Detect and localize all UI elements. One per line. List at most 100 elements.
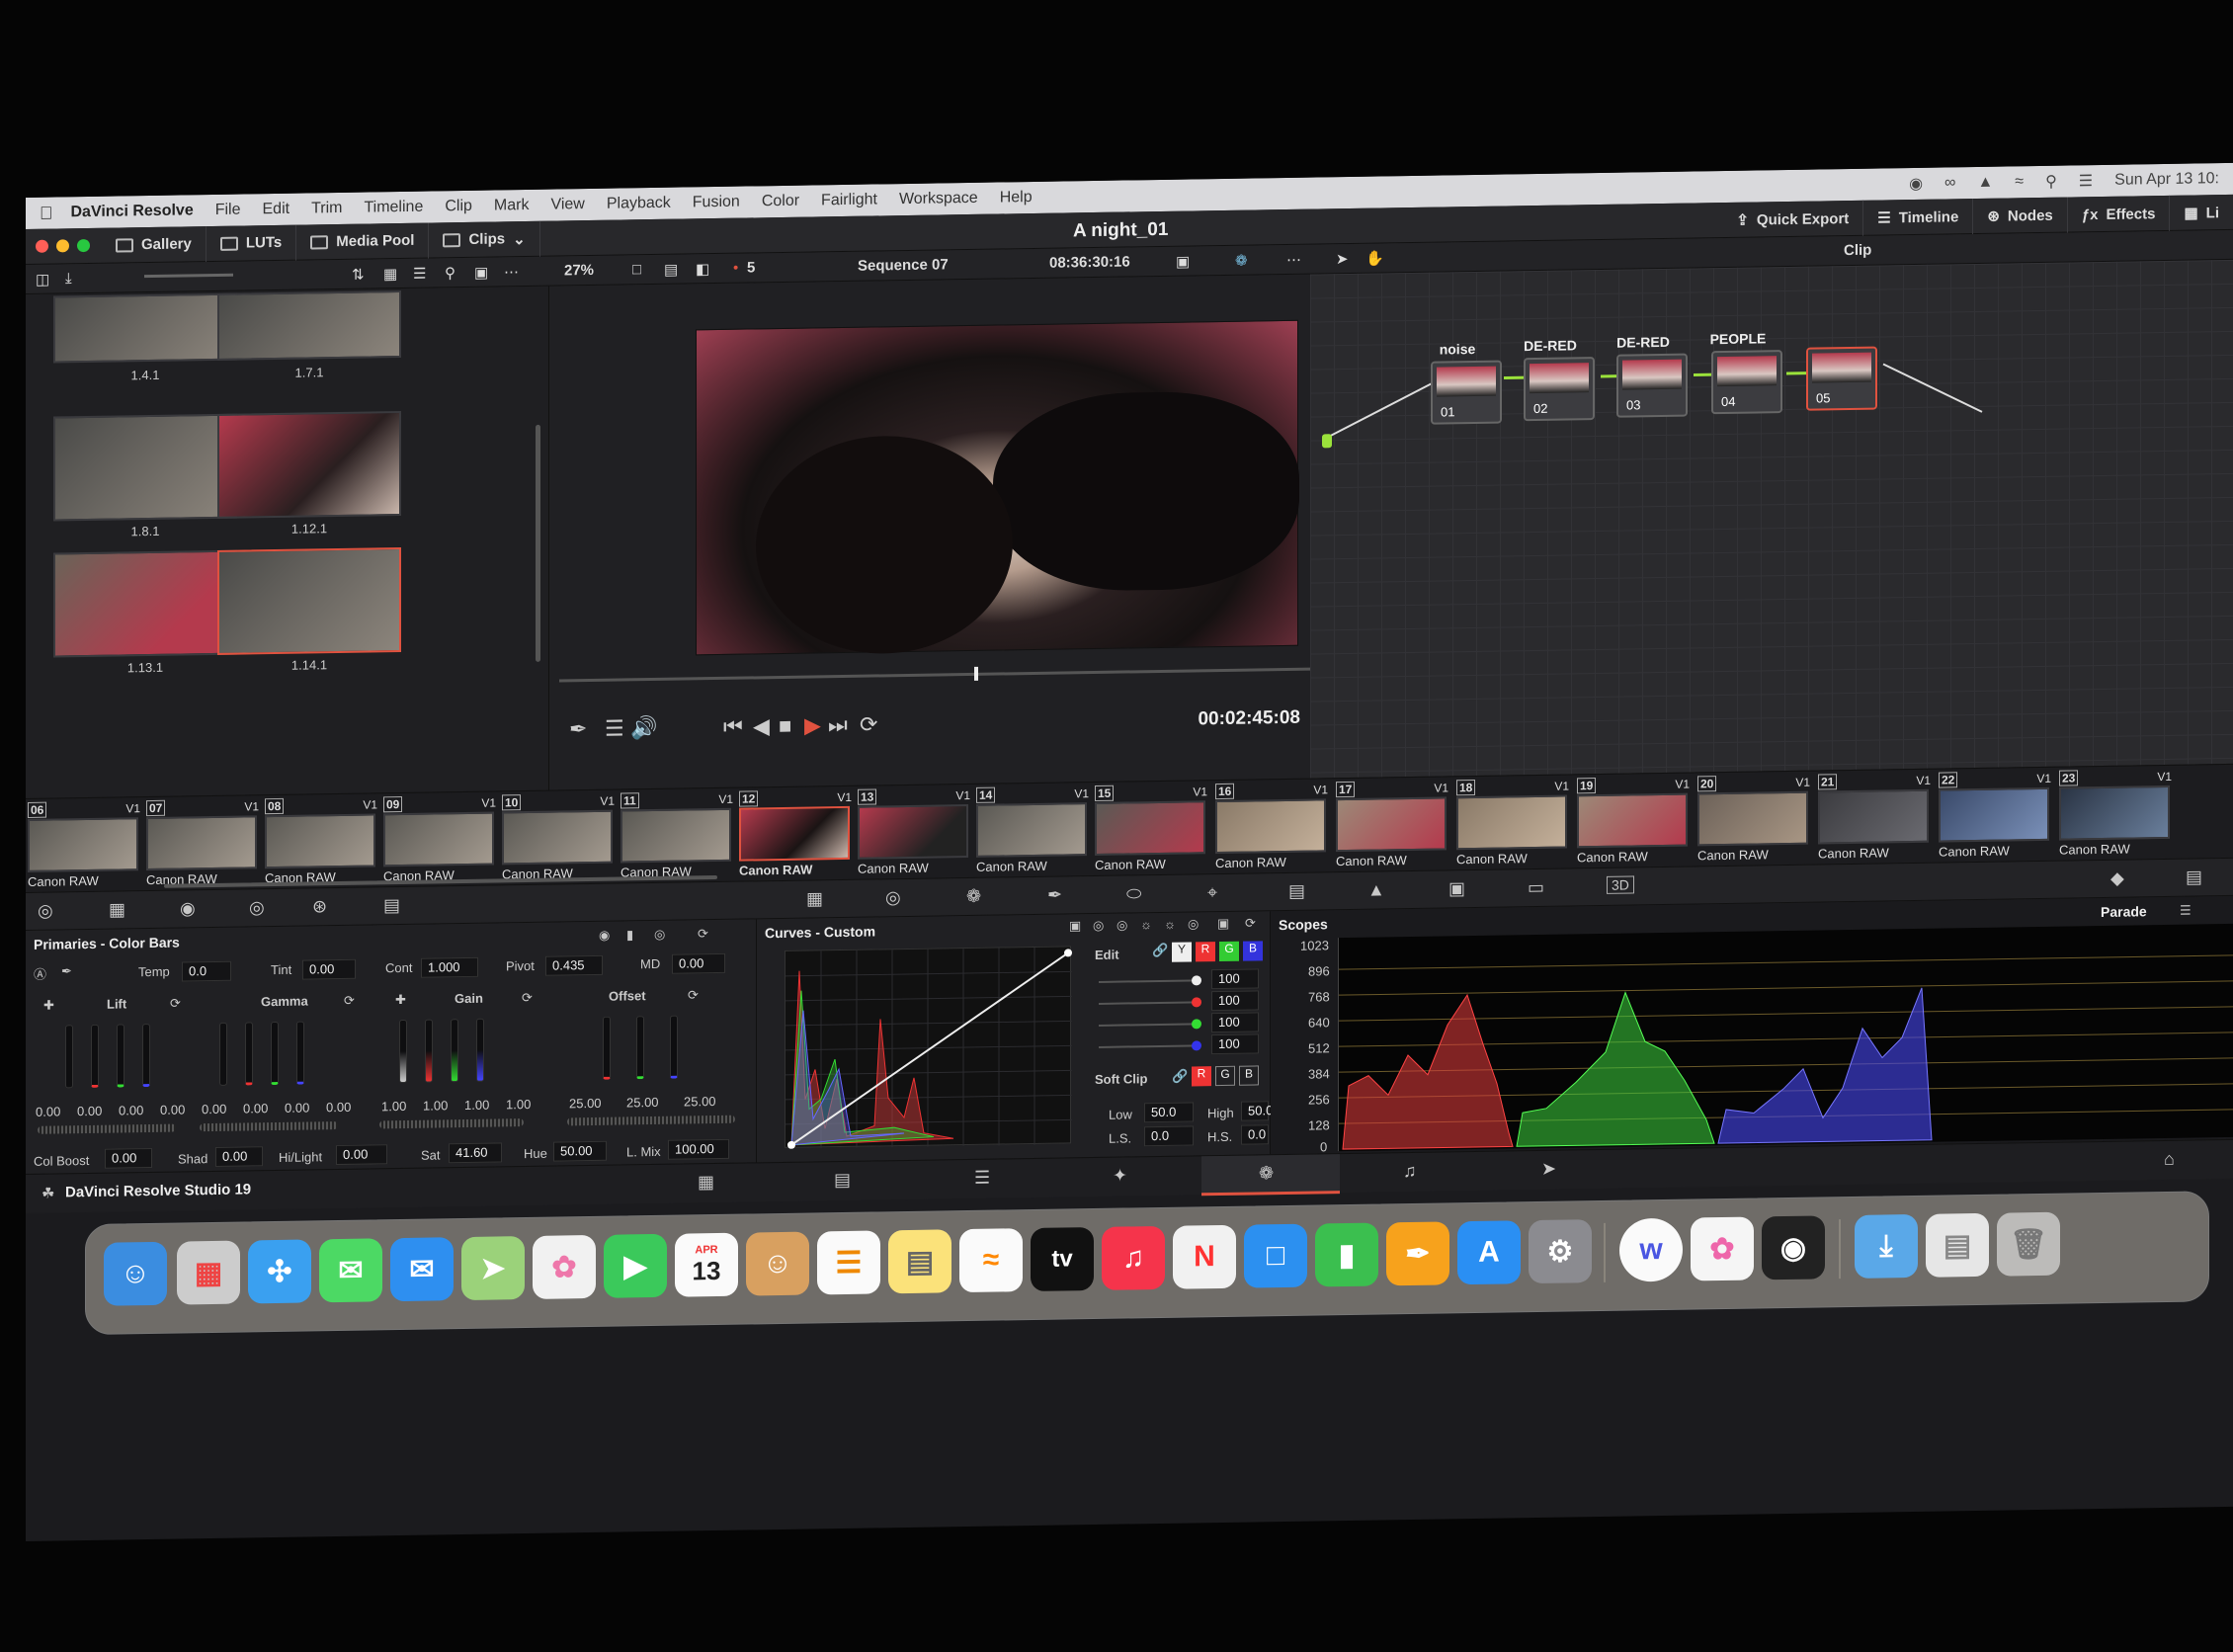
search-icon[interactable]: ⚲ — [445, 264, 455, 282]
media-pool-button[interactable]: Media Pool — [296, 222, 430, 261]
hdr-icon[interactable]: ◎ — [249, 897, 265, 918]
record-timecode[interactable]: 08:36:30:16 — [1049, 253, 1130, 271]
deliver-page-icon[interactable]: ➤ — [1541, 1159, 1556, 1180]
tint-field[interactable]: 0.00 — [302, 958, 356, 980]
reset-primaries-icon[interactable]: ⟳ — [698, 926, 708, 942]
home-icon[interactable]: ⌂ — [2164, 1149, 2175, 1170]
facetime-icon[interactable]: ▶ — [604, 1233, 667, 1298]
thumbnail-size-slider[interactable] — [144, 273, 233, 279]
gamma-green-value[interactable]: 0.00 — [285, 1100, 309, 1115]
r-intensity-field[interactable]: 100 — [1211, 990, 1259, 1012]
pivot-field[interactable]: 0.435 — [545, 954, 603, 976]
timeline-clip[interactable]: 06 V1 Canon RAW — [28, 801, 144, 890]
lift-master-bar[interactable] — [65, 1025, 73, 1089]
softclip-r-button[interactable]: R — [1192, 1066, 1211, 1087]
scopes-icon[interactable]: ▤ — [2186, 867, 2202, 887]
node-02[interactable]: 02 — [1524, 357, 1595, 422]
timeline-clip[interactable]: 20 V1 Canon RAW — [1697, 776, 1814, 865]
offset-green-bar[interactable] — [636, 1016, 644, 1080]
system-settings-icon[interactable]: ⚙ — [1529, 1219, 1592, 1284]
b-intensity-field[interactable]: 100 — [1211, 1033, 1259, 1055]
hue-field[interactable]: 50.00 — [553, 1140, 607, 1162]
fit-icon[interactable]: ▣ — [474, 264, 488, 282]
stop-icon[interactable]: ■ — [779, 713, 791, 739]
g-intensity-field[interactable]: 100 — [1211, 1012, 1259, 1033]
gamma-green-bar[interactable] — [271, 1021, 279, 1086]
node-03[interactable]: 03 — [1616, 353, 1688, 418]
play-icon[interactable]: ▶ — [804, 712, 821, 738]
lift-crosshair-icon[interactable]: ✚ — [43, 998, 54, 1014]
minimize-window-button[interactable] — [56, 239, 69, 253]
node-04[interactable]: 04 — [1711, 350, 1782, 415]
hue-vs-sat-icon[interactable]: ◎ — [1116, 917, 1127, 933]
control-center-icon[interactable]: ☰ — [2079, 171, 2093, 191]
window-icon[interactable]: ⬭ — [1126, 883, 1141, 904]
safari-icon[interactable]: ✣ — [248, 1239, 311, 1304]
timeline-clip[interactable]: 21 V1 Canon RAW — [1818, 774, 1935, 863]
gain-crosshair-icon[interactable]: ✚ — [395, 992, 406, 1008]
softclip-b-button[interactable]: B — [1239, 1065, 1259, 1086]
sat-field[interactable]: 41.60 — [449, 1142, 502, 1164]
viewer-mode-icon[interactable]: □ — [632, 261, 641, 278]
cut-page-icon[interactable]: ▤ — [834, 1170, 851, 1191]
app-store-icon[interactable]: A — [1457, 1220, 1521, 1285]
timeline-clip[interactable]: 08 V1 Canon RAW — [265, 797, 381, 886]
camera-raw-icon[interactable]: ◎ — [38, 901, 53, 922]
hue-vs-hue-icon[interactable]: ◎ — [1093, 918, 1104, 934]
channel-r-button[interactable]: R — [1196, 942, 1215, 962]
downloads-folder-icon[interactable]: ⤓ — [1855, 1213, 1918, 1279]
layers-icon[interactable]: ☰ — [605, 715, 624, 741]
pages-icon[interactable]: ✒ — [1386, 1221, 1449, 1286]
menu-fairlight[interactable]: Fairlight — [821, 191, 877, 209]
gain-green-bar[interactable] — [451, 1019, 458, 1083]
white-balance-picker-icon[interactable]: ✒ — [61, 963, 72, 979]
magic-mask-icon[interactable]: ▤ — [1288, 881, 1305, 902]
auto-balance-icon[interactable]: Ⓐ — [34, 964, 46, 983]
scope-mode-selector[interactable]: Parade — [2101, 903, 2147, 920]
timeline-clip[interactable]: 10 V1 Canon RAW — [502, 794, 619, 883]
gallery-scrollbar[interactable] — [536, 424, 540, 662]
gamma-reset-icon[interactable]: ⟳ — [344, 993, 355, 1009]
finder-icon[interactable]: ☺ — [104, 1241, 167, 1306]
word-app-icon[interactable]: w — [1619, 1217, 1683, 1282]
md-field[interactable]: 0.00 — [672, 952, 725, 974]
color-picker-icon[interactable]: ❁ — [1235, 252, 1248, 270]
menu-app-name[interactable]: DaVinci Resolve — [71, 202, 194, 221]
channel-y-button[interactable]: Y — [1172, 942, 1192, 962]
hilight-field[interactable]: 0.00 — [336, 1144, 387, 1166]
gamma-red-value[interactable]: 0.00 — [243, 1101, 268, 1115]
creative-cloud-icon[interactable]: ∞ — [1944, 174, 1955, 192]
freeform-icon[interactable]: ≈ — [959, 1228, 1023, 1293]
apple-icon[interactable]:  — [40, 203, 53, 223]
log-mode-icon[interactable]: ◉ — [599, 928, 610, 944]
bars-mode-icon[interactable]: ▮ — [626, 927, 633, 943]
still-thumbnail-selected[interactable] — [217, 547, 401, 655]
offset-green-value[interactable]: 25.00 — [626, 1095, 659, 1111]
still-thumbnail[interactable] — [53, 292, 237, 364]
menu-workspace[interactable]: Workspace — [899, 190, 978, 208]
gain-red-value[interactable]: 1.00 — [423, 1098, 448, 1113]
quick-export-button[interactable]: ⇪ Quick Export — [1722, 200, 1864, 239]
shad-field[interactable]: 0.00 — [215, 1146, 263, 1167]
cont-field[interactable]: 1.000 — [421, 956, 478, 978]
menu-view[interactable]: View — [550, 196, 584, 214]
offset-red-bar[interactable] — [603, 1016, 611, 1080]
reminders-icon[interactable]: ☰ — [817, 1230, 880, 1295]
timeline-clip[interactable]: 23 V1 Canon RAW — [2059, 770, 2176, 859]
y-intensity-slider[interactable] — [1099, 975, 1201, 986]
lift-red-value[interactable]: 0.00 — [77, 1104, 102, 1118]
sidebar-toggle-icon[interactable]: ◫ — [36, 271, 49, 289]
offset-red-value[interactable]: 25.00 — [569, 1096, 602, 1112]
ls-field[interactable]: 0.0 — [1144, 1125, 1194, 1147]
keynote-icon[interactable]: □ — [1244, 1223, 1307, 1288]
news-icon[interactable]: N — [1173, 1224, 1236, 1289]
screen-record-icon[interactable]: ◉ — [1909, 174, 1923, 194]
media-page-icon[interactable]: ▦ — [698, 1172, 714, 1193]
gain-master-value[interactable]: 1.00 — [381, 1099, 406, 1114]
wifi-icon[interactable]: ≈ — [2015, 173, 2024, 191]
gain-blue-value[interactable]: 1.00 — [506, 1097, 531, 1112]
scope-settings-icon[interactable]: ☰ — [2180, 903, 2192, 919]
gain-reset-icon[interactable]: ⟳ — [522, 990, 533, 1006]
davinci-resolve-dock-icon[interactable]: ◉ — [1762, 1215, 1825, 1280]
viewer-more-icon[interactable]: ⋯ — [1286, 251, 1301, 269]
